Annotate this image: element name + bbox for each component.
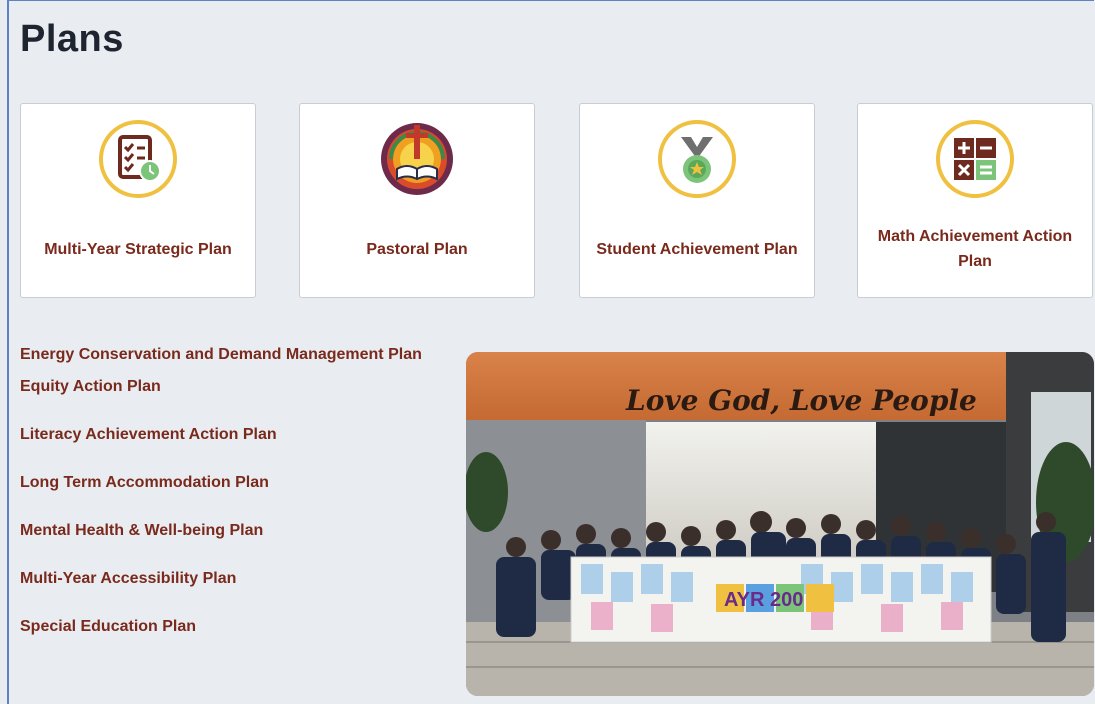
link-accessibility-plan[interactable]: Multi-Year Accessibility Plan — [20, 564, 440, 594]
link-equity-action-plan[interactable]: Equity Action Plan — [20, 372, 440, 402]
card-student-achievement-plan[interactable]: Student Achievement Plan — [579, 103, 815, 298]
card-pastoral-plan[interactable]: Pastoral Plan — [299, 103, 535, 298]
card-label: Multi-Year Strategic Plan — [44, 240, 232, 258]
card-label: Pastoral Plan — [366, 240, 468, 258]
checklist-clock-icon — [98, 119, 178, 199]
page-title: Plans — [20, 18, 124, 60]
cross-bible-icon — [377, 119, 457, 199]
card-math-achievement-action-plan[interactable]: Math Achievement Action Plan — [857, 103, 1093, 298]
card-label: Math Achievement Action Plan — [877, 228, 1073, 270]
link-mental-health-plan[interactable]: Mental Health & Well-being Plan — [20, 516, 440, 546]
plan-links-list: Energy Conservation and Demand Managemen… — [20, 340, 440, 660]
link-energy-conservation-plan[interactable]: Energy Conservation and Demand Managemen… — [20, 340, 440, 370]
card-label: Student Achievement Plan — [596, 240, 798, 258]
school-group-photo: AYR 200 Love God, Love People — [466, 352, 1094, 696]
photo-caption: Love God, Love People — [625, 384, 977, 417]
link-long-term-accommodation-plan[interactable]: Long Term Accommodation Plan — [20, 468, 440, 498]
card-multi-year-strategic-plan[interactable]: Multi-Year Strategic Plan — [20, 103, 256, 298]
math-operators-icon — [935, 119, 1015, 199]
link-special-education-plan[interactable]: Special Education Plan — [20, 612, 440, 642]
medal-icon — [657, 119, 737, 199]
banner-text: AYR 200 — [724, 589, 803, 611]
link-literacy-achievement-plan[interactable]: Literacy Achievement Action Plan — [20, 420, 440, 450]
